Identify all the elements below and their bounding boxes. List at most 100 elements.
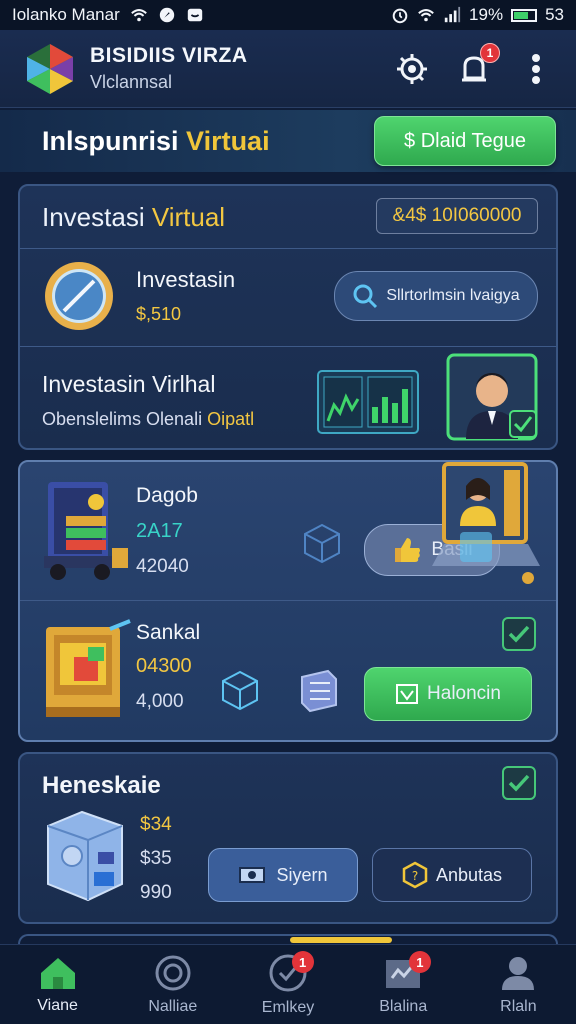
banner: Inlspunrisi Virtuai $ Dlaid Tegue <box>0 110 576 172</box>
nav-label: Rlaln <box>500 997 537 1015</box>
virtual-investment-name: Investasin Virlhal <box>42 371 216 397</box>
portfolio-value: 990 <box>140 882 172 903</box>
banner-title-accent: Virtuai <box>186 125 270 156</box>
virtual-investment-desc-accent: Oipatl <box>207 409 255 429</box>
portfolio-checkbox[interactable] <box>502 766 536 800</box>
card1-title-accent: Virtual <box>151 202 226 232</box>
scanner-icon <box>432 462 540 584</box>
portfolio-value: $34 <box>140 814 172 835</box>
anbutas-button[interactable]: ? Anbutas <box>372 848 532 902</box>
card3-title: Heneskaie <box>42 772 161 799</box>
nav-label: Nalliae <box>148 997 198 1015</box>
gear-icon <box>397 53 427 84</box>
asset-name: Dagob <box>136 484 198 507</box>
nav-badge: 1 <box>408 951 431 973</box>
nav-item-gauge[interactable]: 1 Emlkey <box>230 945 345 1024</box>
message-icon <box>187 8 202 22</box>
haloncin-button-label: Haloncin <box>427 683 501 704</box>
nav-label: Viane <box>37 996 78 1014</box>
home-icon <box>40 957 75 989</box>
banner-title: Inlspunrisi Virtuai <box>42 126 270 157</box>
nav-active-indicator <box>290 937 392 943</box>
card1-header: Investasi Virtual &4$ 10I060000 <box>20 186 556 248</box>
more-options-button[interactable] <box>518 51 554 87</box>
nav-item-profile[interactable]: Rlaln <box>461 945 576 1024</box>
deposit-button-label: $ Dlaid Tegue <box>404 129 526 152</box>
nav-item-target[interactable]: Nalliae <box>115 945 230 1024</box>
image-icon <box>396 684 419 704</box>
profile-icon <box>502 956 535 990</box>
advisor-avatar <box>446 353 538 441</box>
check-icon <box>508 774 530 792</box>
stock-chart-icon <box>317 370 419 434</box>
safe-box-icon <box>46 619 131 717</box>
app-logo-icon <box>27 43 73 94</box>
cube-icon <box>304 523 340 564</box>
assets-card: Dagob 2A17 42040 Basli <box>18 460 558 742</box>
cash-icon <box>239 867 266 883</box>
status-bar: Iolanko Manar 19% 53 <box>0 0 576 30</box>
siyern-button-label: Siyern <box>276 864 328 885</box>
notifications-button[interactable]: 1 <box>456 42 500 87</box>
battery-icon <box>511 8 538 22</box>
next-card-edge <box>18 934 558 944</box>
asset-row-sankal[interactable]: Sankal 04300 4,000 Haloncin <box>20 601 556 741</box>
investment-name: Investasin <box>136 267 236 292</box>
cube-icon <box>222 670 258 711</box>
bottom-nav: Viane Nalliae 1 Emlkey 1 Blalina Rlaln <box>0 944 576 1024</box>
target-icon <box>155 955 191 990</box>
battery-percent: 19% <box>469 5 504 24</box>
compass-icon <box>45 262 113 330</box>
settings-button[interactable] <box>394 51 430 87</box>
virtual-investment-desc-main: Obenslelims Olenali <box>42 409 203 429</box>
sankal-checkbox[interactable] <box>502 617 536 651</box>
wifi-signal-icon <box>418 9 434 22</box>
card1-title: Investasi Virtual <box>42 202 225 233</box>
siyern-button[interactable]: Siyern <box>208 848 358 902</box>
alarm-icon <box>392 8 408 24</box>
anbutas-button-label: Anbutas <box>435 864 503 885</box>
carrier-label: Iolanko Manar <box>12 5 120 24</box>
investment-value: $,510 <box>136 304 182 324</box>
notification-badge: 1 <box>480 42 500 63</box>
virtual-investment-row[interactable]: Investasin Virlhal Obenslelims Olenali O… <box>20 347 556 447</box>
search-icon <box>353 284 378 309</box>
nav-badge: 1 <box>291 951 314 973</box>
asset-value: 2A17 <box>136 520 183 542</box>
shield-icon: ? <box>402 861 428 889</box>
nav-label: Blalina <box>379 997 428 1015</box>
clock: 53 <box>545 5 564 24</box>
app-title: BISIDIIS VIRZA <box>90 44 248 67</box>
card1-title-main: Investasi <box>42 202 145 232</box>
wifi-icon <box>130 9 147 22</box>
haloncin-button[interactable]: Haloncin <box>364 667 532 721</box>
nav-item-home[interactable]: Viane <box>0 945 115 1024</box>
investment-info-button-label: Sllrtorlmsin lvaigya <box>386 287 520 304</box>
nav-label: Emlkey <box>261 998 315 1016</box>
asset-row-dagob[interactable]: Dagob 2A17 42040 Basli <box>20 462 556 600</box>
balance-display: &4$ 10I060000 <box>376 198 538 234</box>
box-icon <box>301 669 337 713</box>
deposit-button[interactable]: $ Dlaid Tegue <box>374 116 556 166</box>
virtual-investment-desc: Obenslelims Olenali Oipatl <box>42 409 254 430</box>
svg-text:?: ? <box>412 869 418 883</box>
more-vertical-icon <box>532 53 540 84</box>
app-header: BISIDIIS VIRZA Vlclannsal 1 <box>0 30 576 108</box>
server-icon <box>47 810 123 902</box>
investment-row[interactable]: Investasin $,510 Sllrtorlmsin lvaigya <box>20 249 556 345</box>
thumbs-up-icon <box>395 538 421 562</box>
nav-item-chart[interactable]: 1 Blalina <box>346 945 461 1024</box>
asset-amount: 42040 <box>136 556 189 577</box>
portfolio-card: Heneskaie $34 $35 990 Siyern ? Anbutas <box>18 752 558 924</box>
asset-name: Sankal <box>136 621 201 644</box>
banner-title-main: Inlspunrisi <box>42 125 179 156</box>
bank-vault-icon <box>44 482 128 580</box>
virtual-investment-card: Investasi Virtual &4$ 10I060000 Investas… <box>18 184 558 450</box>
check-icon <box>508 625 530 643</box>
asset-value: 04300 <box>136 655 192 677</box>
portfolio-value: $35 <box>140 848 172 869</box>
app-subtitle: Vlclannsal <box>90 72 173 92</box>
cell-signal-icon <box>444 6 461 23</box>
asset-amount: 4,000 <box>136 691 184 712</box>
investment-info-button[interactable]: Sllrtorlmsin lvaigya <box>334 271 538 321</box>
